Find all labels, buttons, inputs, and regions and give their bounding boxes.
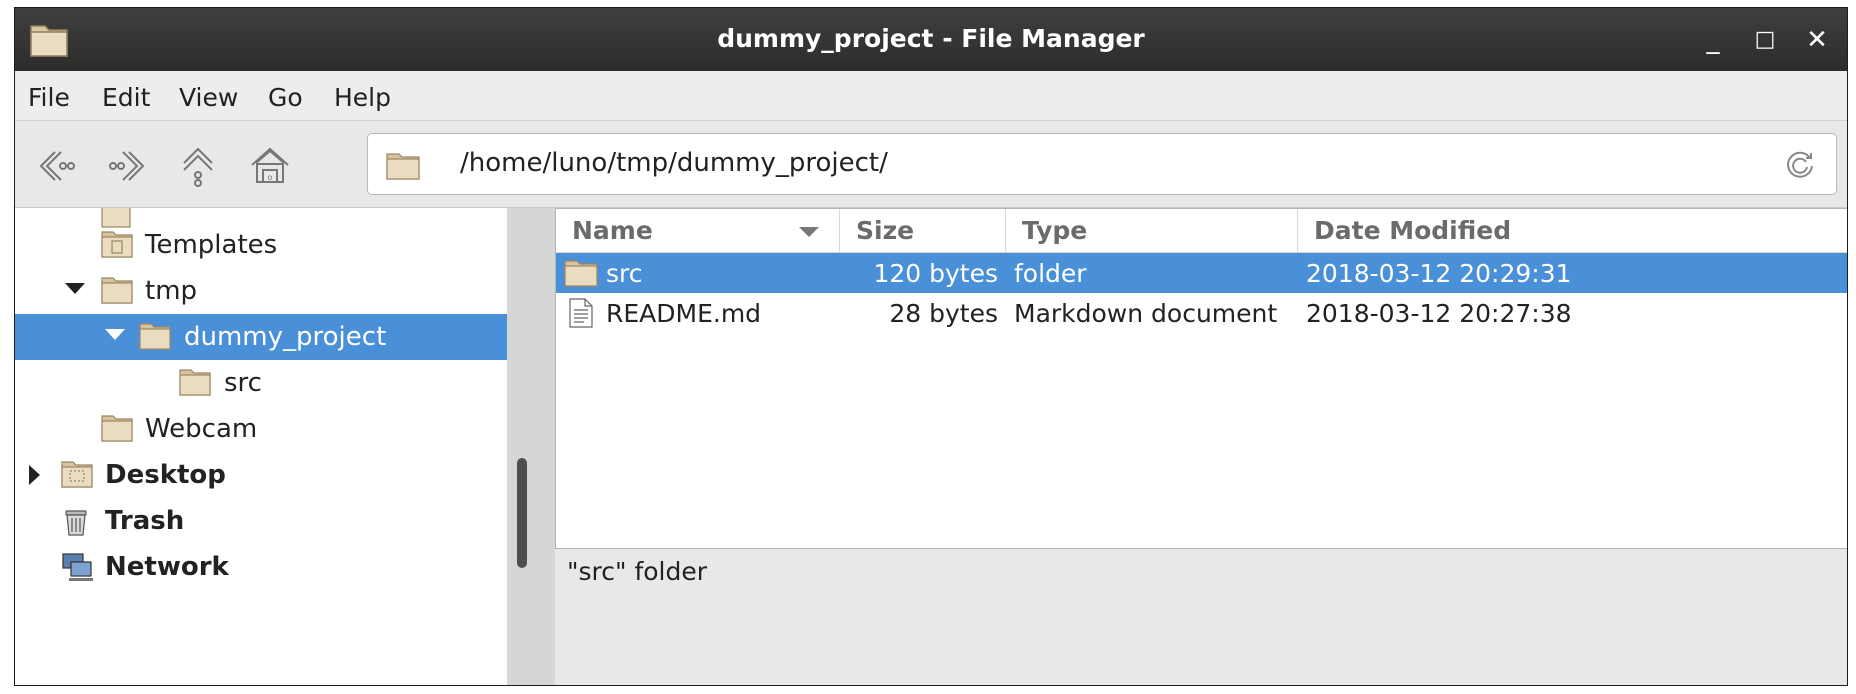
toolbar: o /home/luno/tmp/dummy_project/	[15, 121, 1847, 208]
folder-icon	[101, 275, 133, 312]
sidebar-item-label: Network	[105, 552, 229, 582]
window-title: dummy_project - File Manager	[717, 24, 1145, 53]
expander-expanded-icon[interactable]	[65, 283, 85, 294]
menu-help[interactable]: Help	[334, 83, 391, 112]
back-arrow-icon[interactable]	[33, 143, 79, 189]
file-list[interactable]: Name Size Type Date Modified src 120 byt…	[555, 208, 1847, 548]
sort-descending-icon	[799, 227, 819, 237]
home-icon[interactable]: o	[247, 143, 293, 189]
pane-divider[interactable]	[507, 208, 555, 685]
menu-go[interactable]: Go	[268, 83, 303, 112]
folder-icon	[564, 258, 598, 294]
sidebar-item-src[interactable]: src	[15, 360, 507, 406]
file-modified: 2018-03-12 20:27:38	[1306, 299, 1572, 328]
expander-expanded-icon[interactable]	[105, 329, 125, 340]
file-manager-window: dummy_project - File Manager _ □ ✕ File …	[14, 7, 1848, 686]
menubar: File Edit View Go Help	[15, 71, 1847, 121]
sidebar-item-webcam[interactable]: Webcam	[15, 406, 507, 452]
file-size: 28 bytes	[889, 299, 998, 328]
minimize-button[interactable]: _	[1695, 22, 1731, 58]
table-row[interactable]: README.md 28 bytes Markdown document 201…	[556, 293, 1847, 335]
sidebar-item-label: dummy_project	[184, 322, 387, 352]
file-name: src	[606, 259, 643, 288]
sidebar-item-label: Desktop	[105, 460, 226, 490]
forward-arrow-icon[interactable]	[105, 143, 151, 189]
table-row[interactable]: src 120 bytes folder 2018-03-12 20:29:31	[556, 253, 1847, 294]
sidebar-item-dummy-project[interactable]: dummy_project	[15, 314, 507, 360]
sidebar-item-network[interactable]: Network	[15, 544, 507, 590]
up-arrow-icon[interactable]	[175, 143, 221, 189]
status-text: "src" folder	[567, 557, 708, 586]
folder-icon	[179, 367, 211, 404]
file-name: README.md	[606, 299, 762, 328]
column-header-label: Name	[572, 216, 653, 245]
file-type: folder	[1014, 259, 1087, 288]
sidebar-item-desktop[interactable]: Desktop	[15, 452, 507, 498]
desktop-folder-icon	[61, 459, 93, 496]
menu-edit[interactable]: Edit	[102, 83, 150, 112]
column-header-date-modified[interactable]: Date Modified	[1298, 209, 1847, 253]
sidebar-item-trash[interactable]: Trash	[15, 498, 507, 544]
column-header-size[interactable]: Size	[840, 209, 1006, 253]
sidebar-item-label: Webcam	[145, 414, 258, 444]
column-header-label: Date Modified	[1314, 216, 1512, 245]
text-file-icon	[568, 297, 594, 335]
folder-icon	[101, 413, 133, 450]
sidebar-scrollbar-thumb[interactable]	[517, 458, 527, 568]
column-header-type[interactable]: Type	[1006, 209, 1298, 253]
network-icon	[61, 551, 93, 590]
column-header-label: Size	[856, 216, 915, 245]
file-type: Markdown document	[1014, 299, 1278, 328]
column-header-label: Type	[1022, 216, 1088, 245]
location-folder-icon	[386, 150, 420, 184]
trash-icon	[61, 505, 91, 544]
sidebar-item-tmp[interactable]: tmp	[15, 268, 507, 314]
title-bar[interactable]: dummy_project - File Manager _ □ ✕	[15, 8, 1847, 71]
sidebar-item-label: src	[224, 368, 262, 398]
templates-folder-icon	[101, 229, 133, 266]
svg-text:o: o	[268, 173, 273, 182]
column-header-name[interactable]: Name	[556, 209, 840, 253]
menu-view[interactable]: View	[179, 83, 238, 112]
location-path-text[interactable]: /home/luno/tmp/dummy_project/	[460, 148, 888, 178]
folder-icon	[139, 321, 171, 358]
sidebar-item-label: tmp	[145, 276, 198, 306]
close-button[interactable]: ✕	[1799, 22, 1835, 58]
sidebar-item-label: Templates	[145, 230, 278, 260]
location-bar[interactable]: /home/luno/tmp/dummy_project/	[367, 133, 1837, 195]
file-size: 120 bytes	[873, 259, 998, 288]
reload-icon[interactable]	[1782, 146, 1818, 186]
expander-collapsed-icon[interactable]	[29, 465, 40, 485]
status-bar: "src" folder	[555, 548, 1847, 685]
sidebar-tree[interactable]: Templates tmp dummy_project src Webcam D…	[15, 208, 507, 685]
menu-file[interactable]: File	[28, 83, 70, 112]
maximize-button[interactable]: □	[1747, 22, 1783, 58]
sidebar-item-templates[interactable]: Templates	[15, 222, 507, 268]
sidebar-item-label: Trash	[105, 506, 185, 536]
column-header-row: Name Size Type Date Modified	[556, 209, 1847, 253]
file-modified: 2018-03-12 20:29:31	[1306, 259, 1572, 288]
